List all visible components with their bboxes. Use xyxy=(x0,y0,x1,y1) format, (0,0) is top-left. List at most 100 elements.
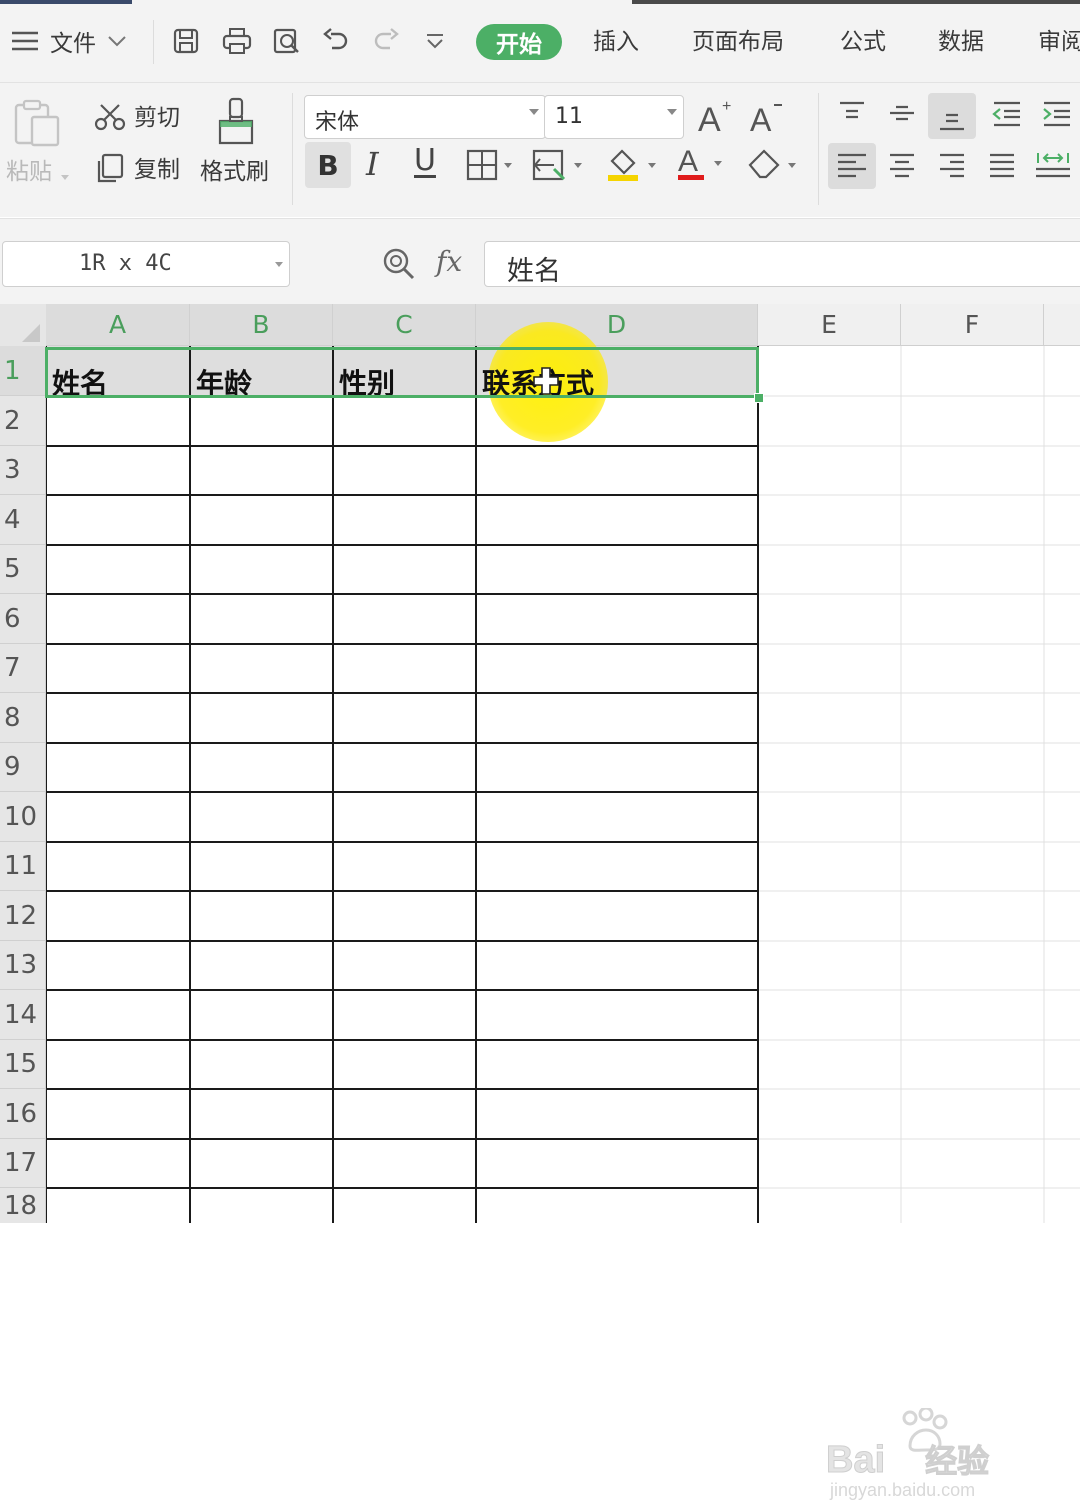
corner-triangle-icon xyxy=(22,324,40,342)
select-all-corner[interactable] xyxy=(0,304,46,346)
row-header-12[interactable]: 12 xyxy=(0,891,46,941)
watermark-suffix: 经验 xyxy=(925,1442,990,1481)
print-button[interactable] xyxy=(222,24,252,58)
scissors-icon xyxy=(94,104,126,131)
tab-data[interactable]: 数据 xyxy=(938,26,984,58)
row-header-17[interactable]: 17 xyxy=(0,1139,46,1188)
eraser-icon xyxy=(748,149,796,179)
insert-function-button[interactable]: fx xyxy=(436,245,462,278)
undo-button[interactable] xyxy=(322,24,350,58)
font-name-select[interactable]: 宋体 xyxy=(304,95,546,139)
borders-button[interactable] xyxy=(466,149,516,187)
tab-home[interactable]: 开始 xyxy=(476,24,562,60)
row-header-8[interactable]: 8 xyxy=(0,693,46,743)
chevron-down-icon xyxy=(108,36,126,47)
copy-button[interactable] xyxy=(94,153,124,189)
row-header-14[interactable]: 14 xyxy=(0,990,46,1040)
row-header-6[interactable]: 6 xyxy=(0,594,46,644)
cell-cursor xyxy=(532,366,560,400)
align-top-button[interactable] xyxy=(836,99,868,131)
name-box-value: 1R x 4C xyxy=(79,251,172,276)
distribute-button[interactable] xyxy=(1034,149,1074,185)
format-painter-icon xyxy=(218,97,254,145)
align-bottom-button[interactable] xyxy=(928,93,976,139)
column-header-next[interactable] xyxy=(1044,304,1080,346)
row-header-11[interactable]: 11 xyxy=(0,842,46,891)
align-middle-button[interactable] xyxy=(886,99,918,131)
italic-button[interactable]: I xyxy=(366,145,379,183)
paste-dropdown-arrow[interactable] xyxy=(60,167,70,186)
justify-button[interactable] xyxy=(986,151,1018,185)
font-color-button[interactable]: A xyxy=(676,143,728,187)
name-box[interactable]: 1R x 4C xyxy=(2,241,290,287)
clear-format-button[interactable] xyxy=(746,145,802,187)
decrease-indent-button[interactable] xyxy=(990,99,1024,133)
spreadsheet-grid[interactable]: A B C D E F 1 2 3 4 5 6 7 8 9 10 11 12 1… xyxy=(0,304,1080,1500)
find-function-button[interactable] xyxy=(382,247,416,285)
ribbon-divider-2 xyxy=(818,93,819,205)
row-header-7[interactable]: 7 xyxy=(0,644,46,693)
fill-color-button[interactable] xyxy=(604,145,660,189)
redo-button[interactable] xyxy=(372,24,400,58)
tab-insert[interactable]: 插入 xyxy=(593,26,639,58)
column-header-c[interactable]: C xyxy=(333,304,476,346)
column-header-f[interactable]: F xyxy=(901,304,1044,346)
paste-button[interactable] xyxy=(12,99,62,153)
tab-review[interactable]: 审阅 xyxy=(1038,26,1080,58)
row-header-2[interactable]: 2 xyxy=(0,396,46,446)
selection-range xyxy=(45,347,759,398)
column-header-e[interactable]: E xyxy=(758,304,901,346)
row-header-9[interactable]: 9 xyxy=(0,743,46,792)
save-button[interactable] xyxy=(172,24,200,58)
format-painter-button[interactable] xyxy=(214,97,260,151)
print-preview-icon xyxy=(273,28,299,54)
fill-handle[interactable] xyxy=(754,393,764,403)
row-header-5[interactable]: 5 xyxy=(0,545,46,594)
underline-button[interactable]: U xyxy=(414,143,436,178)
distribute-icon xyxy=(1036,153,1070,178)
increase-indent-button[interactable] xyxy=(1040,99,1074,133)
menubar-divider xyxy=(153,20,154,64)
row-header-3[interactable]: 3 xyxy=(0,446,46,495)
decrease-font-button[interactable]: A xyxy=(748,97,788,141)
align-center-button[interactable] xyxy=(886,151,918,185)
row-header-1[interactable]: 1 xyxy=(0,346,46,396)
row-header-13[interactable]: 13 xyxy=(0,941,46,990)
file-menu-label: 文件 xyxy=(50,31,96,57)
formula-input[interactable]: 姓名 xyxy=(484,241,1080,287)
borders-icon xyxy=(466,149,512,181)
row-header-18[interactable]: 18 xyxy=(0,1188,46,1223)
row-header-10[interactable]: 10 xyxy=(0,792,46,842)
tab-formulas[interactable]: 公式 xyxy=(840,26,886,58)
file-menu[interactable]: 文件 xyxy=(10,24,128,58)
row-header-4[interactable]: 4 xyxy=(0,495,46,545)
bold-button[interactable]: B xyxy=(305,142,351,188)
caret-down-icon xyxy=(275,262,283,267)
svg-text:+: + xyxy=(722,98,731,115)
justify-icon xyxy=(990,153,1014,178)
caret-down-icon xyxy=(529,109,539,115)
print-preview-button[interactable] xyxy=(272,24,302,58)
undo-icon xyxy=(323,28,348,50)
tab-page-layout[interactable]: 页面布局 xyxy=(692,26,784,58)
formula-input-value: 姓名 xyxy=(507,256,561,287)
row-header-15[interactable]: 15 xyxy=(0,1040,46,1089)
grid-lines xyxy=(46,346,1080,1223)
cut-button[interactable] xyxy=(94,103,126,135)
watermark-brand: Bai xyxy=(825,1439,886,1482)
merge-cells-icon xyxy=(532,149,582,181)
align-right-button[interactable] xyxy=(936,151,968,185)
hamburger-icon xyxy=(12,31,38,51)
quick-access-dropdown[interactable] xyxy=(424,24,446,58)
paste-label: 粘贴 xyxy=(6,159,52,185)
font-size-select[interactable]: 11 xyxy=(544,95,684,139)
merge-cells-button[interactable] xyxy=(532,149,588,187)
align-right-icon xyxy=(940,153,964,178)
row-header-16[interactable]: 16 xyxy=(0,1089,46,1139)
paste-icon xyxy=(14,99,60,147)
column-header-b[interactable]: B xyxy=(190,304,333,346)
align-bottom-icon xyxy=(940,113,964,131)
column-header-a[interactable]: A xyxy=(46,304,190,346)
align-left-button[interactable] xyxy=(828,143,876,189)
increase-font-button[interactable]: A + xyxy=(696,97,736,141)
